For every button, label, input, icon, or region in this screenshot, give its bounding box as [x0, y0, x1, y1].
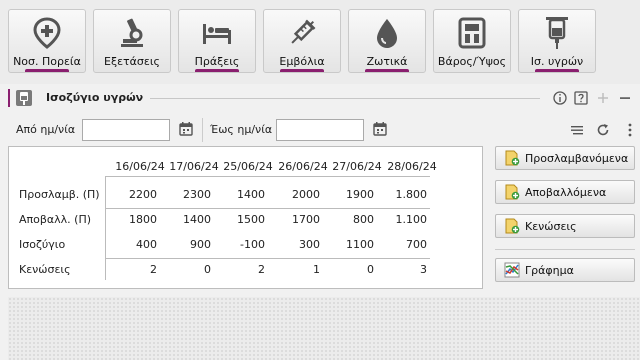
actions-separator [495, 249, 635, 250]
module-toolbar: Νοσ. Πορεία Εξετάσεις Πράξεις Εμβόλια Ζω… [0, 0, 640, 84]
table-cell: 2000 [292, 188, 320, 201]
location-pin-cross-icon [30, 16, 64, 50]
filter-separator [202, 118, 203, 142]
info-icon[interactable] [552, 90, 568, 106]
table-cell: 3 [420, 263, 427, 276]
chart-button[interactable]: Γράφημα [495, 258, 635, 282]
bowel-movements-button-label: Κενώσεις [525, 219, 577, 233]
toolbar-label: Εξετάσεις [104, 55, 160, 68]
list-lines-icon[interactable] [569, 122, 585, 138]
header-rule [105, 176, 430, 177]
calendar-icon[interactable] [372, 121, 388, 137]
microscope-icon [115, 16, 149, 50]
toolbar-accent-bar [195, 69, 239, 72]
toolbar-label: Ισ. υγρών [530, 55, 584, 68]
toolbar-accent-bar [535, 69, 579, 72]
add-document-icon [505, 184, 520, 200]
to-date-label: Έως ημ/νία [210, 123, 273, 136]
syringe-icon [285, 16, 319, 50]
bowel-movements-button[interactable]: Κενώσεις [495, 214, 635, 238]
label-column-rule [105, 176, 106, 280]
toolbar-label: Πράξεις [194, 55, 240, 68]
table-cell: 900 [190, 238, 211, 251]
from-date-label: Από ημ/νία [16, 123, 76, 136]
table-cell: 400 [136, 238, 157, 251]
more-vertical-icon[interactable] [622, 122, 638, 138]
minimize-icon[interactable] [617, 90, 633, 106]
table-cell: 0 [204, 263, 211, 276]
add-document-icon [505, 218, 520, 234]
calendar-icon[interactable] [178, 121, 194, 137]
table-cell: 800 [353, 213, 374, 226]
table-cell: 300 [299, 238, 320, 251]
toolbar-accent-bar [280, 69, 324, 72]
row-label: Ισοζύγιο [19, 238, 66, 251]
column-header: 28/06/24 [387, 160, 437, 173]
table-cell: -100 [240, 238, 265, 251]
toolbar-accent-bar [25, 69, 69, 72]
table-cell: 2200 [129, 188, 157, 201]
table-cell: 1400 [237, 188, 265, 201]
blood-drop-icon [370, 16, 404, 50]
column-header: 16/06/24 [115, 160, 165, 173]
add-icon[interactable] [595, 90, 611, 106]
add-document-icon [505, 150, 520, 166]
table-cell: 1100 [346, 238, 374, 251]
table-cell: 2 [258, 263, 265, 276]
table-cell: 1900 [346, 188, 374, 201]
row-label: Αποβαλλ. (Π) [19, 213, 92, 226]
table-cell: 2 [150, 263, 157, 276]
section-accent [8, 89, 10, 107]
toolbar-button-vaccines[interactable]: Εμβόλια [263, 9, 341, 73]
row-label: Προσλαμβ. (Π) [19, 188, 100, 201]
table-cell: 1800 [129, 213, 157, 226]
output-button[interactable]: Αποβαλλόμενα [495, 180, 635, 204]
table-cell: 1400 [183, 213, 211, 226]
table-cell: 1.800 [395, 188, 428, 201]
help-icon[interactable] [573, 90, 589, 106]
table-cell: 1700 [292, 213, 320, 226]
section-title: Ισοζύγιο υγρών [46, 91, 144, 104]
intake-button-label: Προσλαμβανόμενα [525, 151, 629, 165]
intake-button[interactable]: Προσλαμβανόμενα [495, 146, 635, 170]
from-date-input[interactable] [82, 119, 170, 141]
toolbar-label: Ζωτικά [366, 55, 408, 68]
toolbar-label: Βάρος/Ύψος [437, 55, 507, 68]
line-chart-icon [504, 262, 520, 278]
toolbar-button-weight-height[interactable]: Βάρος/Ύψος [433, 9, 511, 73]
output-button-label: Αποβαλλόμενα [525, 185, 607, 199]
toolbar-button-fluid-balance[interactable]: Ισ. υγρών [518, 9, 596, 73]
column-header: 25/06/24 [223, 160, 273, 173]
table-cell: 1 [313, 263, 320, 276]
refresh-icon[interactable] [595, 122, 611, 138]
weight-scale-icon [455, 16, 489, 50]
iv-bag-icon [540, 16, 574, 50]
toolbar-button-procedures[interactable]: Πράξεις [178, 9, 256, 73]
column-header: 27/06/24 [332, 160, 382, 173]
toolbar-label: Εμβόλια [279, 55, 325, 68]
table-cell: 1500 [237, 213, 265, 226]
toolbar-button-vitals[interactable]: Ζωτικά [348, 9, 426, 73]
column-header: 26/06/24 [278, 160, 328, 173]
section-header: Ισοζύγιο υγρών [0, 86, 640, 110]
toolbar-button-course[interactable]: Νοσ. Πορεία [8, 9, 86, 73]
table-cell: 2300 [183, 188, 211, 201]
fluid-balance-table: 16/06/24 17/06/24 25/06/24 26/06/24 27/0… [8, 146, 483, 289]
row-label: Κενώσεις [19, 263, 71, 276]
toolbar-accent-bar [365, 69, 409, 72]
section-divider [150, 98, 540, 99]
table-cell: 1.100 [395, 213, 428, 226]
hospital-bed-icon [200, 16, 234, 50]
chart-button-label: Γράφημα [525, 263, 574, 277]
column-header: 17/06/24 [169, 160, 219, 173]
toolbar-button-exams[interactable]: Εξετάσεις [93, 9, 171, 73]
iv-bag-icon [14, 88, 34, 108]
empty-content-area [8, 297, 640, 360]
row-rule [105, 258, 430, 259]
table-cell: 700 [406, 238, 427, 251]
to-date-input[interactable] [276, 119, 364, 141]
toolbar-label: Νοσ. Πορεία [13, 55, 81, 68]
row-rule [105, 208, 430, 209]
table-cell: 0 [367, 263, 374, 276]
